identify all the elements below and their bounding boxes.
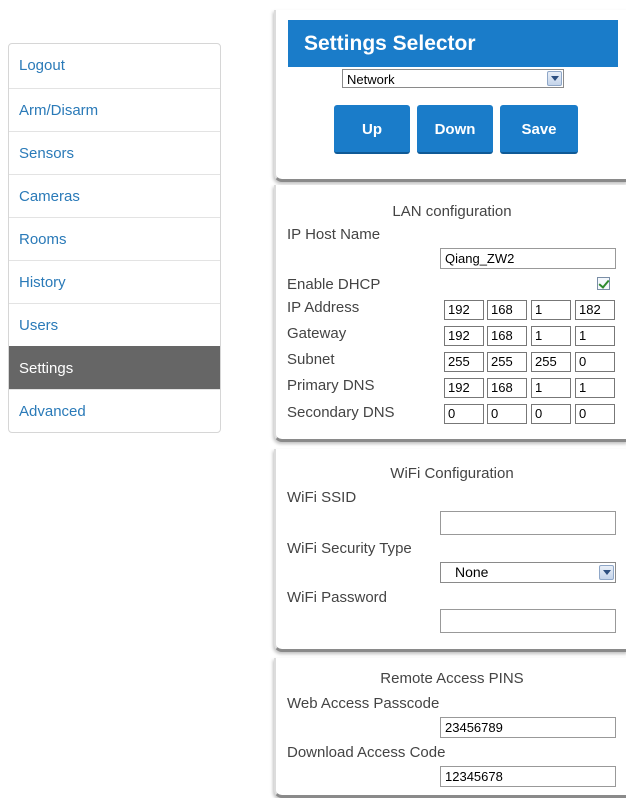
subnet-octet-3[interactable]: 255 xyxy=(531,352,571,372)
secondary-dns-label: Secondary DNS xyxy=(287,404,395,421)
wifi-ssid-input[interactable] xyxy=(440,511,616,535)
nav-item-users[interactable]: Users xyxy=(9,303,220,346)
nav-item-settings[interactable]: Settings xyxy=(9,346,220,389)
subnet-octet-2[interactable]: 255 xyxy=(487,352,527,372)
settings-category-value: Network xyxy=(347,72,395,87)
ip-address-label: IP Address xyxy=(287,299,360,316)
ip-address-octet-3[interactable]: 1 xyxy=(531,300,571,320)
gateway-label: Gateway xyxy=(287,325,347,342)
settings-selector-title: Settings Selector xyxy=(288,20,618,67)
web-access-passcode-label: Web Access Passcode xyxy=(287,695,440,712)
subnet-octet-4[interactable]: 0 xyxy=(575,352,615,372)
gateway-octet-4[interactable]: 1 xyxy=(575,326,615,346)
wifi-ssid-label: WiFi SSID xyxy=(287,489,357,506)
wifi-password-input[interactable] xyxy=(440,609,616,633)
chevron-down-icon[interactable] xyxy=(547,71,562,86)
secondary-dns-octet-4[interactable]: 0 xyxy=(575,404,615,424)
web-access-passcode-input[interactable]: 23456789 xyxy=(440,717,616,738)
secondary-dns-octet-2[interactable]: 0 xyxy=(487,404,527,424)
wifi-password-label: WiFi Password xyxy=(287,589,388,606)
ip-address-octet-1[interactable]: 192 xyxy=(444,300,484,320)
wifi-panel-title: WiFi Configuration xyxy=(390,465,514,482)
nav-item-history[interactable]: History xyxy=(9,260,220,303)
wifi-security-type-value: None xyxy=(455,564,489,580)
down-button[interactable]: Down xyxy=(417,105,493,154)
download-access-code-label: Download Access Code xyxy=(287,744,446,761)
gateway-octet-2[interactable]: 168 xyxy=(487,326,527,346)
lan-panel-title: LAN configuration xyxy=(392,203,512,220)
ip-address-octet-2[interactable]: 168 xyxy=(487,300,527,320)
nav-item-rooms[interactable]: Rooms xyxy=(9,217,220,260)
wifi-security-type-select[interactable]: None xyxy=(440,562,616,583)
nav-item-advanced[interactable]: Advanced xyxy=(9,389,220,432)
download-access-code-input[interactable]: 12345678 xyxy=(440,766,616,787)
primary-dns-octet-2[interactable]: 168 xyxy=(487,378,527,398)
nav-item-sensors[interactable]: Sensors xyxy=(9,131,220,174)
nav-item-cameras[interactable]: Cameras xyxy=(9,174,220,217)
settings-selector-panel: Settings Selector Network Up Down Save xyxy=(274,10,626,182)
ip-host-name-label: IP Host Name xyxy=(287,226,381,243)
sidebar-nav: Logout Arm/Disarm Sensors Cameras Rooms … xyxy=(8,43,221,433)
ip-host-name-input[interactable]: Qiang_ZW2 xyxy=(440,248,616,269)
nav-item-logout[interactable]: Logout xyxy=(9,44,220,88)
up-button[interactable]: Up xyxy=(334,105,410,154)
subnet-label: Subnet xyxy=(287,351,335,368)
primary-dns-octet-4[interactable]: 1 xyxy=(575,378,615,398)
ip-address-octet-4[interactable]: 182 xyxy=(575,300,615,320)
enable-dhcp-checkbox[interactable] xyxy=(597,277,610,290)
wifi-security-type-label: WiFi Security Type xyxy=(287,540,412,557)
nav-item-arm-disarm[interactable]: Arm/Disarm xyxy=(9,88,220,131)
primary-dns-octet-1[interactable]: 192 xyxy=(444,378,484,398)
enable-dhcp-label: Enable DHCP xyxy=(287,276,381,293)
gateway-octet-3[interactable]: 1 xyxy=(531,326,571,346)
settings-category-select[interactable]: Network xyxy=(342,69,564,88)
primary-dns-octet-3[interactable]: 1 xyxy=(531,378,571,398)
primary-dns-label: Primary DNS xyxy=(287,377,375,394)
remote-access-panel-title: Remote Access PINS xyxy=(380,670,524,687)
secondary-dns-octet-1[interactable]: 0 xyxy=(444,404,484,424)
gateway-octet-1[interactable]: 192 xyxy=(444,326,484,346)
save-button[interactable]: Save xyxy=(500,105,578,154)
secondary-dns-octet-3[interactable]: 0 xyxy=(531,404,571,424)
chevron-down-icon[interactable] xyxy=(599,565,614,580)
subnet-octet-1[interactable]: 255 xyxy=(444,352,484,372)
